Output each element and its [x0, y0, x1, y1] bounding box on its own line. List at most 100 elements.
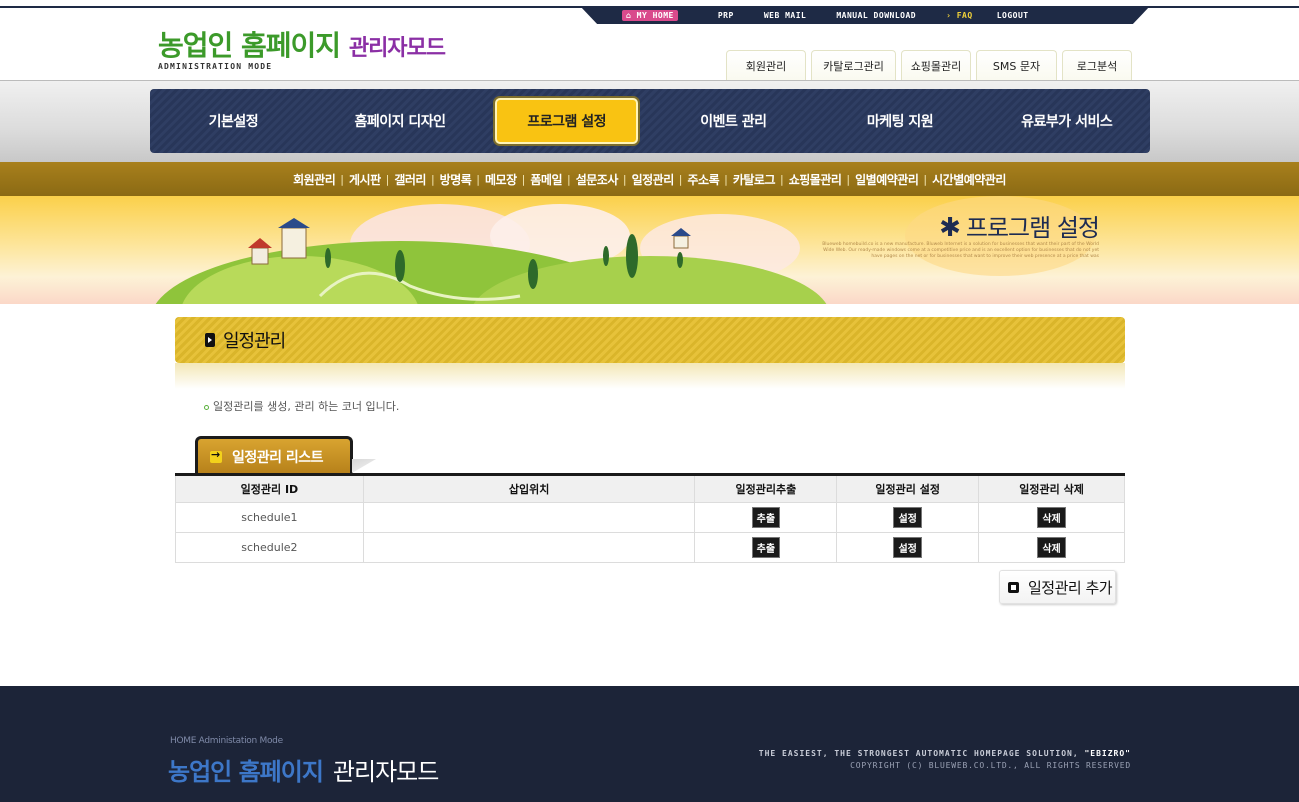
- tab-log[interactable]: 로그분석: [1062, 50, 1132, 80]
- submenu-guestbook[interactable]: 방명록: [440, 171, 472, 188]
- faq-label: FAQ: [956, 10, 973, 20]
- submenu-memo[interactable]: 메모장: [485, 171, 517, 188]
- schedule-table: 일정관리 ID 삽입위치 일정관리추출 일정관리 설정 일정관리 삭제 sche…: [175, 473, 1125, 563]
- settings-button[interactable]: 설정: [893, 537, 922, 558]
- menu-marketing[interactable]: 마케팅 지원: [817, 111, 984, 131]
- submenu-schedule[interactable]: 일정관리: [632, 171, 675, 188]
- faq-link[interactable]: › FAQ: [946, 11, 973, 20]
- delete-button[interactable]: 삭제: [1037, 537, 1066, 558]
- submenu-shopping[interactable]: 쇼핑몰관리: [789, 171, 842, 188]
- tab-shopping[interactable]: 쇼핑몰관리: [901, 50, 971, 80]
- submenu-member[interactable]: 회원관리: [293, 171, 336, 188]
- banner-small-text: Blueweb homebuild.co is a new manufactur…: [822, 242, 1099, 259]
- menu-label: 홈페이지 디자인: [354, 114, 446, 130]
- logout-link[interactable]: LOGOUT: [997, 11, 1029, 20]
- tab-fold: [352, 459, 376, 473]
- cell-position: [362, 502, 696, 533]
- separator: |: [521, 172, 526, 186]
- my-home-link[interactable]: ⌂ MY HOME: [622, 9, 678, 21]
- list-tab: 일정관리 리스트: [195, 436, 353, 474]
- tab-catalog[interactable]: 카탈로그관리: [811, 50, 896, 80]
- footer-title: 농업인 홈페이지: [168, 758, 324, 786]
- settings-button[interactable]: 설정: [893, 507, 922, 528]
- footer-small-text: HOME Administation Mode: [170, 736, 283, 746]
- arrow-right-icon: [210, 448, 222, 463]
- submenu-formmail[interactable]: 폼메일: [530, 171, 562, 188]
- separator: |: [622, 172, 627, 186]
- menu-basic-settings[interactable]: 기본설정: [150, 111, 317, 131]
- submenu-survey[interactable]: 설문조사: [576, 171, 619, 188]
- separator: |: [923, 172, 928, 186]
- add-schedule-button[interactable]: 일정관리 추가: [999, 570, 1116, 604]
- menu-homepage-design[interactable]: 홈페이지 디자인: [317, 111, 484, 131]
- landscape-illustration: [155, 196, 1095, 304]
- extract-button[interactable]: 추출: [751, 537, 781, 558]
- manual-download-link[interactable]: MANUAL DOWNLOAD: [836, 11, 916, 20]
- menu-event[interactable]: 이벤트 관리: [650, 111, 817, 131]
- delete-button[interactable]: 삭제: [1037, 507, 1066, 528]
- separator: |: [846, 172, 851, 186]
- footer-slogan: THE EASIEST, THE STRONGEST AUTOMATIC HOM…: [759, 749, 1131, 758]
- separator: |: [678, 172, 683, 186]
- section-title: 일정관리: [223, 331, 286, 352]
- sub-menu: 회원관리 | 게시판 | 갤러리 | 방명록 | 메모장 | 폼메일 | 설문조사 | 일정관…: [0, 162, 1299, 196]
- logo-title: 농업인 홈페이지 관리자모드: [158, 24, 446, 64]
- main-menu: 기본설정 홈페이지 디자인 프로그램 설정 이벤트 관리 마케팅 지원 유료부가…: [150, 89, 1150, 153]
- banner: ✱ 프로그램 설정 Blueweb homebuild.co is a new m…: [0, 196, 1299, 304]
- slogan-text: THE EASIEST, THE STRONGEST AUTOMATIC HOM…: [758, 749, 1085, 758]
- footer-logo: 농업인 홈페이지 관리자모드: [168, 752, 439, 787]
- separator: |: [340, 172, 344, 186]
- footer: HOME Administation Mode 농업인 홈페이지 관리자모드 TH…: [0, 686, 1299, 802]
- list-tab-label: 일정관리 리스트: [232, 449, 324, 466]
- col-position: 삽입위치: [362, 474, 696, 503]
- col-settings: 일정관리 설정: [836, 474, 980, 503]
- table-row: schedule1 추출 설정 삭제: [175, 502, 1125, 533]
- logo-subtitle: 관리자모드: [348, 36, 446, 61]
- section-header: 일정관리: [175, 317, 1125, 363]
- square-bullet-icon: [1008, 581, 1019, 593]
- cell-id: schedule1: [175, 502, 364, 533]
- separator: |: [566, 172, 571, 186]
- submenu-hourly-reservation[interactable]: 시간별예약관리: [932, 171, 1006, 188]
- footer-copyright: COPYRIGHT (C) BLUEWEB.CO.LTD., ALL RIGHT…: [850, 761, 1131, 770]
- submenu-board[interactable]: 게시판: [349, 171, 381, 188]
- col-delete: 일정관리 삭제: [978, 474, 1125, 503]
- logo[interactable]: 농업인 홈페이지 관리자모드 ADMINISTRATION MODE: [158, 24, 446, 71]
- cell-extract: 추출: [694, 532, 838, 563]
- play-bullet-icon: [205, 333, 215, 347]
- my-home-label: MY HOME: [636, 10, 674, 20]
- menu-program-settings[interactable]: 프로그램 설정: [483, 98, 650, 144]
- separator: |: [724, 172, 728, 186]
- description-text: 일정관리를 생성, 관리 하는 코너 입니다.: [213, 400, 400, 413]
- submenu-daily-reservation[interactable]: 일별예약관리: [855, 171, 919, 188]
- cell-delete: 삭제: [978, 532, 1125, 563]
- separator: |: [476, 172, 481, 186]
- menu-label: 유료부가 서비스: [1021, 114, 1113, 130]
- add-button-label: 일정관리 추가: [1028, 578, 1113, 597]
- menu-label: 이벤트 관리: [700, 114, 767, 130]
- cell-settings: 설정: [836, 532, 980, 563]
- table-header-row: 일정관리 ID 삽입위치 일정관리추출 일정관리 설정 일정관리 삭제: [175, 474, 1125, 503]
- submenu-gallery[interactable]: 갤러리: [394, 171, 426, 188]
- menu-label: 프로그램 설정: [495, 98, 638, 144]
- tab-sms[interactable]: SMS 문자: [976, 50, 1057, 80]
- submenu-address[interactable]: 주소록: [687, 171, 719, 188]
- col-extract: 일정관리추출: [694, 474, 838, 503]
- banner-title-text: 프로그램 설정: [965, 214, 1100, 242]
- menu-paid-service[interactable]: 유료부가 서비스: [983, 111, 1150, 131]
- separator: |: [780, 172, 784, 186]
- extract-button[interactable]: 추출: [751, 507, 781, 528]
- cell-id: schedule2: [175, 532, 364, 563]
- asterisk-icon: ✱: [939, 213, 961, 243]
- top-nav-bar: ⌂ MY HOME PRP WEB MAIL MANUAL DOWNLOAD ›…: [580, 6, 1150, 24]
- top-tabs: 회원관리 카탈로그관리 쇼핑몰관리 SMS 문자 로그분석: [726, 50, 1132, 80]
- table-row: schedule2 추출 설정 삭제: [175, 532, 1125, 563]
- cell-settings: 설정: [836, 502, 980, 533]
- cell-delete: 삭제: [978, 502, 1125, 533]
- submenu-catalog[interactable]: 카탈로그: [733, 171, 776, 188]
- tab-member[interactable]: 회원관리: [726, 50, 806, 80]
- prp-link[interactable]: PRP: [718, 11, 734, 20]
- web-mail-link[interactable]: WEB MAIL: [764, 11, 807, 20]
- banner-title: ✱ 프로그램 설정: [939, 208, 1100, 243]
- logo-title-text: 농업인 홈페이지: [158, 29, 341, 62]
